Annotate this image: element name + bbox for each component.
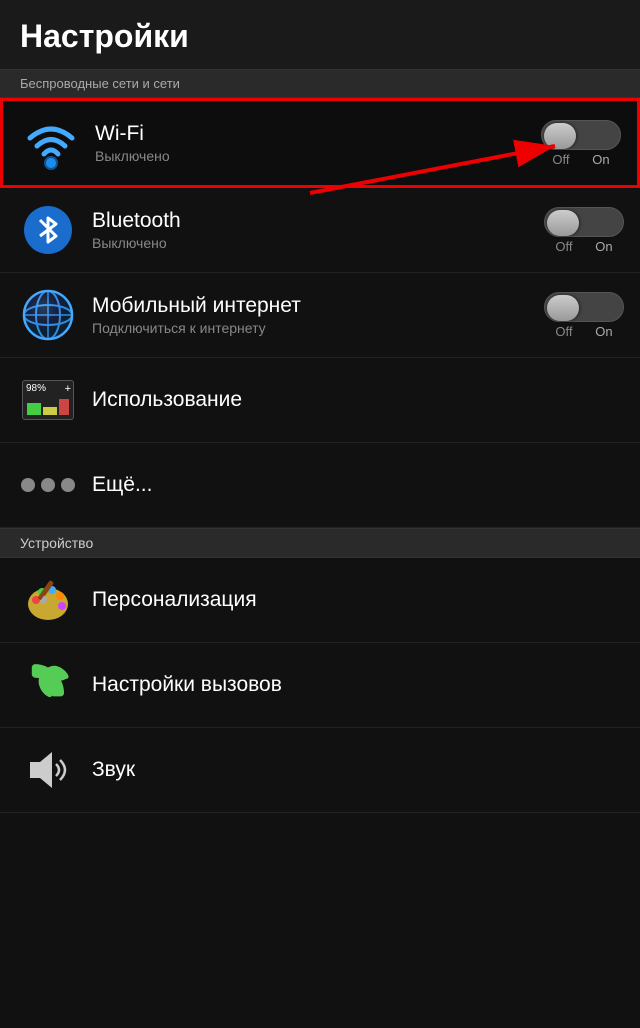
bluetooth-toggle-labels: Off On (544, 239, 624, 254)
wifi-icon-area (19, 111, 83, 175)
globe-icon (22, 289, 74, 341)
dot-3 (61, 478, 75, 492)
bluetooth-icon-2 (22, 204, 74, 256)
mobile-off-label: Off (555, 324, 572, 339)
mobile-toggle-labels: Off On (544, 324, 624, 339)
calls-item[interactable]: Настройки вызовов (0, 643, 640, 728)
mobile-text: Мобильный интернет Подключиться к интерн… (92, 294, 534, 336)
wireless-section-label: Беспроводные сети и сети (0, 70, 640, 98)
usage-bar-green (27, 403, 41, 415)
phone-icon (25, 659, 71, 711)
usage-bar-red (59, 399, 69, 415)
personalization-title: Персонализация (92, 588, 624, 612)
wifi-toggle-switch[interactable] (541, 120, 621, 150)
wifi-icon (24, 116, 78, 170)
usage-text: Использование (92, 388, 624, 412)
app-header: Настройки (0, 0, 640, 70)
mobile-toggle-switch[interactable] (544, 292, 624, 322)
bluetooth-subtitle: Выключено (92, 235, 534, 251)
wifi-text: Wi-Fi Выключено (95, 122, 531, 164)
wifi-title: Wi-Fi (95, 122, 531, 146)
usage-item[interactable]: 98% + Использование (0, 358, 640, 443)
bluetooth-toggle-knob (547, 210, 579, 236)
sound-title: Звук (92, 758, 624, 782)
mobile-on-label: On (595, 324, 612, 339)
device-section-label: Устройство (0, 528, 640, 558)
bluetooth-text: Bluetooth Выключено (92, 209, 534, 251)
personalization-icon-area (16, 568, 80, 632)
calls-icon-area (16, 653, 80, 717)
bluetooth-toggle-area[interactable]: Off On (544, 207, 624, 254)
wifi-off-label: Off (552, 152, 569, 167)
page-title: Настройки (20, 18, 189, 54)
wifi-subtitle: Выключено (95, 148, 531, 164)
more-title: Ещё... (92, 473, 624, 497)
more-dots-icon (21, 478, 75, 492)
bluetooth-off-label: Off (555, 239, 572, 254)
wifi-toggle-area[interactable]: Off On (541, 120, 621, 167)
wifi-on-label: On (592, 152, 609, 167)
mobile-toggle-knob (547, 295, 579, 321)
mobile-toggle-area[interactable]: Off On (544, 292, 624, 339)
more-text: Ещё... (92, 473, 624, 497)
more-icon-area (16, 453, 80, 517)
personalization-text: Персонализация (92, 588, 624, 612)
usage-bar-yellow (43, 407, 57, 415)
bluetooth-title: Bluetooth (92, 209, 534, 233)
sound-icon-area (16, 738, 80, 802)
sound-text: Звук (92, 758, 624, 782)
bluetooth-icon-area: ♈ (16, 198, 80, 262)
wifi-row-wrap: Wi-Fi Выключено Off On (0, 98, 640, 188)
usage-icon: 98% + (22, 380, 74, 420)
more-item[interactable]: Ещё... (0, 443, 640, 528)
mobile-subtitle: Подключиться к интернету (92, 320, 534, 336)
wifi-toggle-labels: Off On (541, 152, 621, 167)
sound-item[interactable]: Звук (0, 728, 640, 813)
calls-text: Настройки вызовов (92, 673, 624, 697)
calls-title: Настройки вызовов (92, 673, 624, 697)
personalization-item[interactable]: Персонализация (0, 558, 640, 643)
personalization-icon (22, 574, 74, 626)
mobile-icon-area (16, 283, 80, 347)
mobile-title: Мобильный интернет (92, 294, 534, 318)
dot-1 (21, 478, 35, 492)
wifi-toggle-knob (544, 123, 576, 149)
bluetooth-toggle-switch[interactable] (544, 207, 624, 237)
sound-icon (22, 744, 74, 796)
usage-title: Использование (92, 388, 624, 412)
usage-icon-area: 98% + (16, 368, 80, 432)
bluetooth-item[interactable]: ♈ Bluetooth Выключено Off On (0, 188, 640, 273)
dot-2 (41, 478, 55, 492)
bluetooth-on-label: On (595, 239, 612, 254)
wifi-item[interactable]: Wi-Fi Выключено Off On (0, 98, 640, 188)
mobile-item[interactable]: Мобильный интернет Подключиться к интерн… (0, 273, 640, 358)
